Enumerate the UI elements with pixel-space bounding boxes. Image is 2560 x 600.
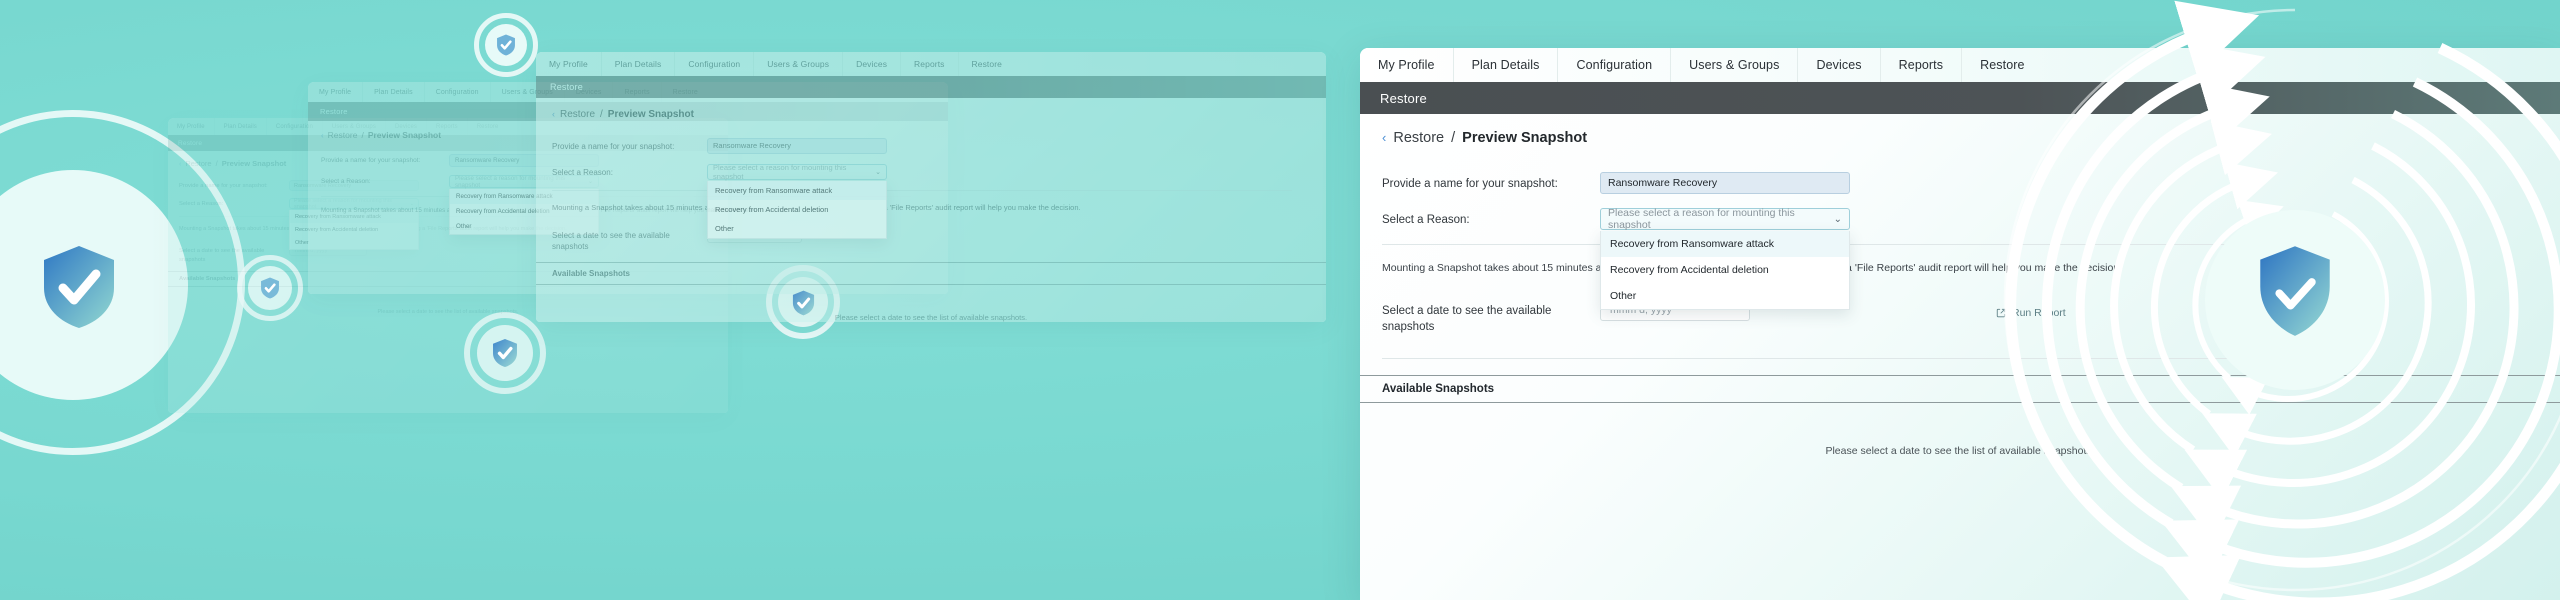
shield-check-icon: [493, 338, 517, 368]
page-header: Restore: [1360, 82, 2560, 114]
form-row-name: Provide a name for your snapshot: Ransom…: [1382, 172, 2560, 194]
tab-restore: Restore: [971, 59, 1002, 69]
available-snapshots-title: Available Snapshots: [1360, 375, 2560, 404]
tab-my-profile: My Profile: [168, 118, 215, 135]
breadcrumb-current: Preview Snapshot: [1462, 130, 1588, 146]
chevron-left-icon: ‹: [321, 131, 324, 140]
form-divider-2: [1382, 358, 2282, 360]
chevron-left-icon[interactable]: ‹: [1382, 130, 1386, 145]
reason-label: Select a Reason:: [321, 178, 371, 185]
tab-devices: Devices: [843, 52, 902, 76]
available-snapshots-title: Available Snapshots: [536, 262, 1326, 285]
shield-check-icon: [44, 246, 114, 328]
snapshot-name-input: Ransomware Recovery: [707, 137, 887, 154]
date-label: Select a date to see the available snaps…: [179, 248, 265, 263]
external-link-icon: [1996, 308, 2006, 318]
mount-note: Mounting a Snapshot takes about 15 minut…: [1382, 262, 2123, 274]
chevron-left-icon: ‹: [552, 108, 555, 119]
shield-badge-mid: [259, 276, 281, 300]
shield-badge-large-left: [24, 232, 134, 342]
run-report-button[interactable]: Run Report: [1996, 307, 2066, 319]
tab-devices[interactable]: Devices: [1798, 48, 1881, 82]
breadcrumb-separator: /: [215, 159, 218, 168]
form-row-date: Select a date to see the available snaps…: [1382, 298, 2560, 336]
snapshot-name-input[interactable]: Ransomware Recovery: [1600, 172, 1850, 194]
breadcrumb-parent: Restore: [560, 108, 596, 120]
reason-label: Select a Reason:: [552, 167, 613, 177]
page-header-ghost-2: Restore: [536, 76, 1326, 98]
date-label: Select a date to see the available snaps…: [552, 230, 670, 252]
breadcrumb-parent: Restore: [327, 130, 358, 140]
tab-reports[interactable]: Reports: [1881, 48, 1963, 82]
form-row-reason: Select a Reason: Please select a reason …: [1382, 207, 2560, 310]
shield-badge-right-mid: [791, 289, 816, 316]
snapshot-name-label: Provide a name for your snapshot:: [1382, 178, 1558, 190]
tab-plan-details: Plan Details: [602, 52, 676, 76]
chevron-down-icon[interactable]: ⌄: [1834, 214, 1842, 225]
reason-options-list: Recovery from Ransomware attack Recovery…: [1600, 231, 1850, 310]
breadcrumb-separator: /: [600, 108, 603, 120]
shield-check-icon: [497, 34, 515, 56]
reason-option: Recovery from Ransomware attack: [708, 180, 886, 200]
available-snapshots-empty: Please select a date to see the list of …: [1825, 445, 2095, 458]
available-snapshots-empty: Please select a date to see the list of …: [834, 313, 1028, 322]
reason-select-placeholder: Please select a reason for mounting this…: [713, 162, 847, 181]
chevron-down-icon: ⌄: [875, 168, 881, 176]
breadcrumb: ‹ Restore / Preview Snapshot: [1360, 114, 2560, 146]
date-label: Select a date to see the available snaps…: [1382, 304, 1552, 334]
breadcrumb-current: Preview Snapshot: [367, 130, 442, 140]
reason-select-placeholder: Please select a reason for mounting this…: [1608, 207, 1795, 231]
shield-badge-top-1: [495, 33, 517, 57]
reason-option-accidental[interactable]: Recovery from Accidental deletion: [1601, 257, 1849, 283]
tab-my-profile[interactable]: My Profile: [1360, 48, 1454, 82]
breadcrumb-current: Preview Snapshot: [607, 108, 694, 120]
app-window-main: My Profile Plan Details Configuration Us…: [1360, 48, 2560, 600]
reason-select: Please select a reason for mounting this…: [707, 162, 887, 181]
chevron-left-icon: ‹: [179, 161, 182, 168]
breadcrumb-ghost-2: ‹ Restore / Preview Snapshot: [536, 98, 1326, 120]
snapshot-name-label: Provide a name for your snapshot:: [552, 141, 675, 151]
tab-configuration: Configuration: [425, 82, 491, 102]
app-window-ghost-2: My Profile Plan Details Configuration Us…: [536, 52, 1326, 322]
breadcrumb-separator: /: [1451, 130, 1456, 146]
run-report-label: Run Report: [2012, 307, 2066, 319]
breadcrumb-parent[interactable]: Restore: [1393, 130, 1444, 146]
shield-check-icon: [261, 277, 279, 299]
tab-reports: Reports: [901, 52, 959, 76]
tab-configuration[interactable]: Configuration: [1558, 48, 1672, 82]
breadcrumb-current: Preview Snapshot: [221, 159, 287, 168]
tab-bar: My Profile Plan Details Configuration Us…: [1360, 48, 2560, 82]
tab-plan-details[interactable]: Plan Details: [1454, 48, 1559, 82]
tab-configuration: Configuration: [675, 52, 755, 76]
reason-option: Other: [715, 223, 734, 233]
tab-restore[interactable]: Restore: [1962, 48, 2042, 82]
snapshot-name-label: Provide a name for your snapshot:: [321, 157, 421, 164]
shield-check-icon: [792, 290, 815, 315]
reason-options-list: Recovery from Ransomware attack Recovery…: [707, 180, 887, 239]
tab-plan-details: Plan Details: [215, 118, 267, 135]
tab-plan-details: Plan Details: [363, 82, 425, 102]
tab-bar-ghost-2: My Profile Plan Details Configuration Us…: [536, 52, 1326, 76]
reason-option: Recovery from Accidental deletion: [715, 204, 829, 214]
breadcrumb-separator: /: [361, 130, 364, 140]
breadcrumb-parent: Restore: [185, 159, 212, 168]
reason-label: Select a Reason:: [179, 201, 224, 207]
page-body: ‹ Restore / Preview Snapshot Provide a n…: [1360, 114, 2560, 600]
tab-my-profile: My Profile: [308, 82, 364, 102]
reason-label: Select a Reason:: [1382, 214, 1470, 226]
preview-snapshot-form: Provide a name for your snapshot: Ransom…: [1360, 146, 2560, 360]
tab-users-groups[interactable]: Users & Groups: [1671, 48, 1799, 82]
reason-select[interactable]: Please select a reason for mounting this…: [1600, 207, 1850, 231]
reason-option-ransomware[interactable]: Recovery from Ransomware attack: [1601, 231, 1849, 257]
reason-option-other[interactable]: Other: [1601, 283, 1849, 309]
tab-my-profile: My Profile: [536, 52, 602, 76]
mount-note: Mounting a Snapshot takes about 15 minut…: [552, 202, 1081, 212]
snapshot-name-label: Provide a name for your snapshot:: [179, 183, 268, 189]
shield-badge-bottom: [491, 337, 519, 369]
tab-users-groups: Users & Groups: [754, 52, 844, 76]
